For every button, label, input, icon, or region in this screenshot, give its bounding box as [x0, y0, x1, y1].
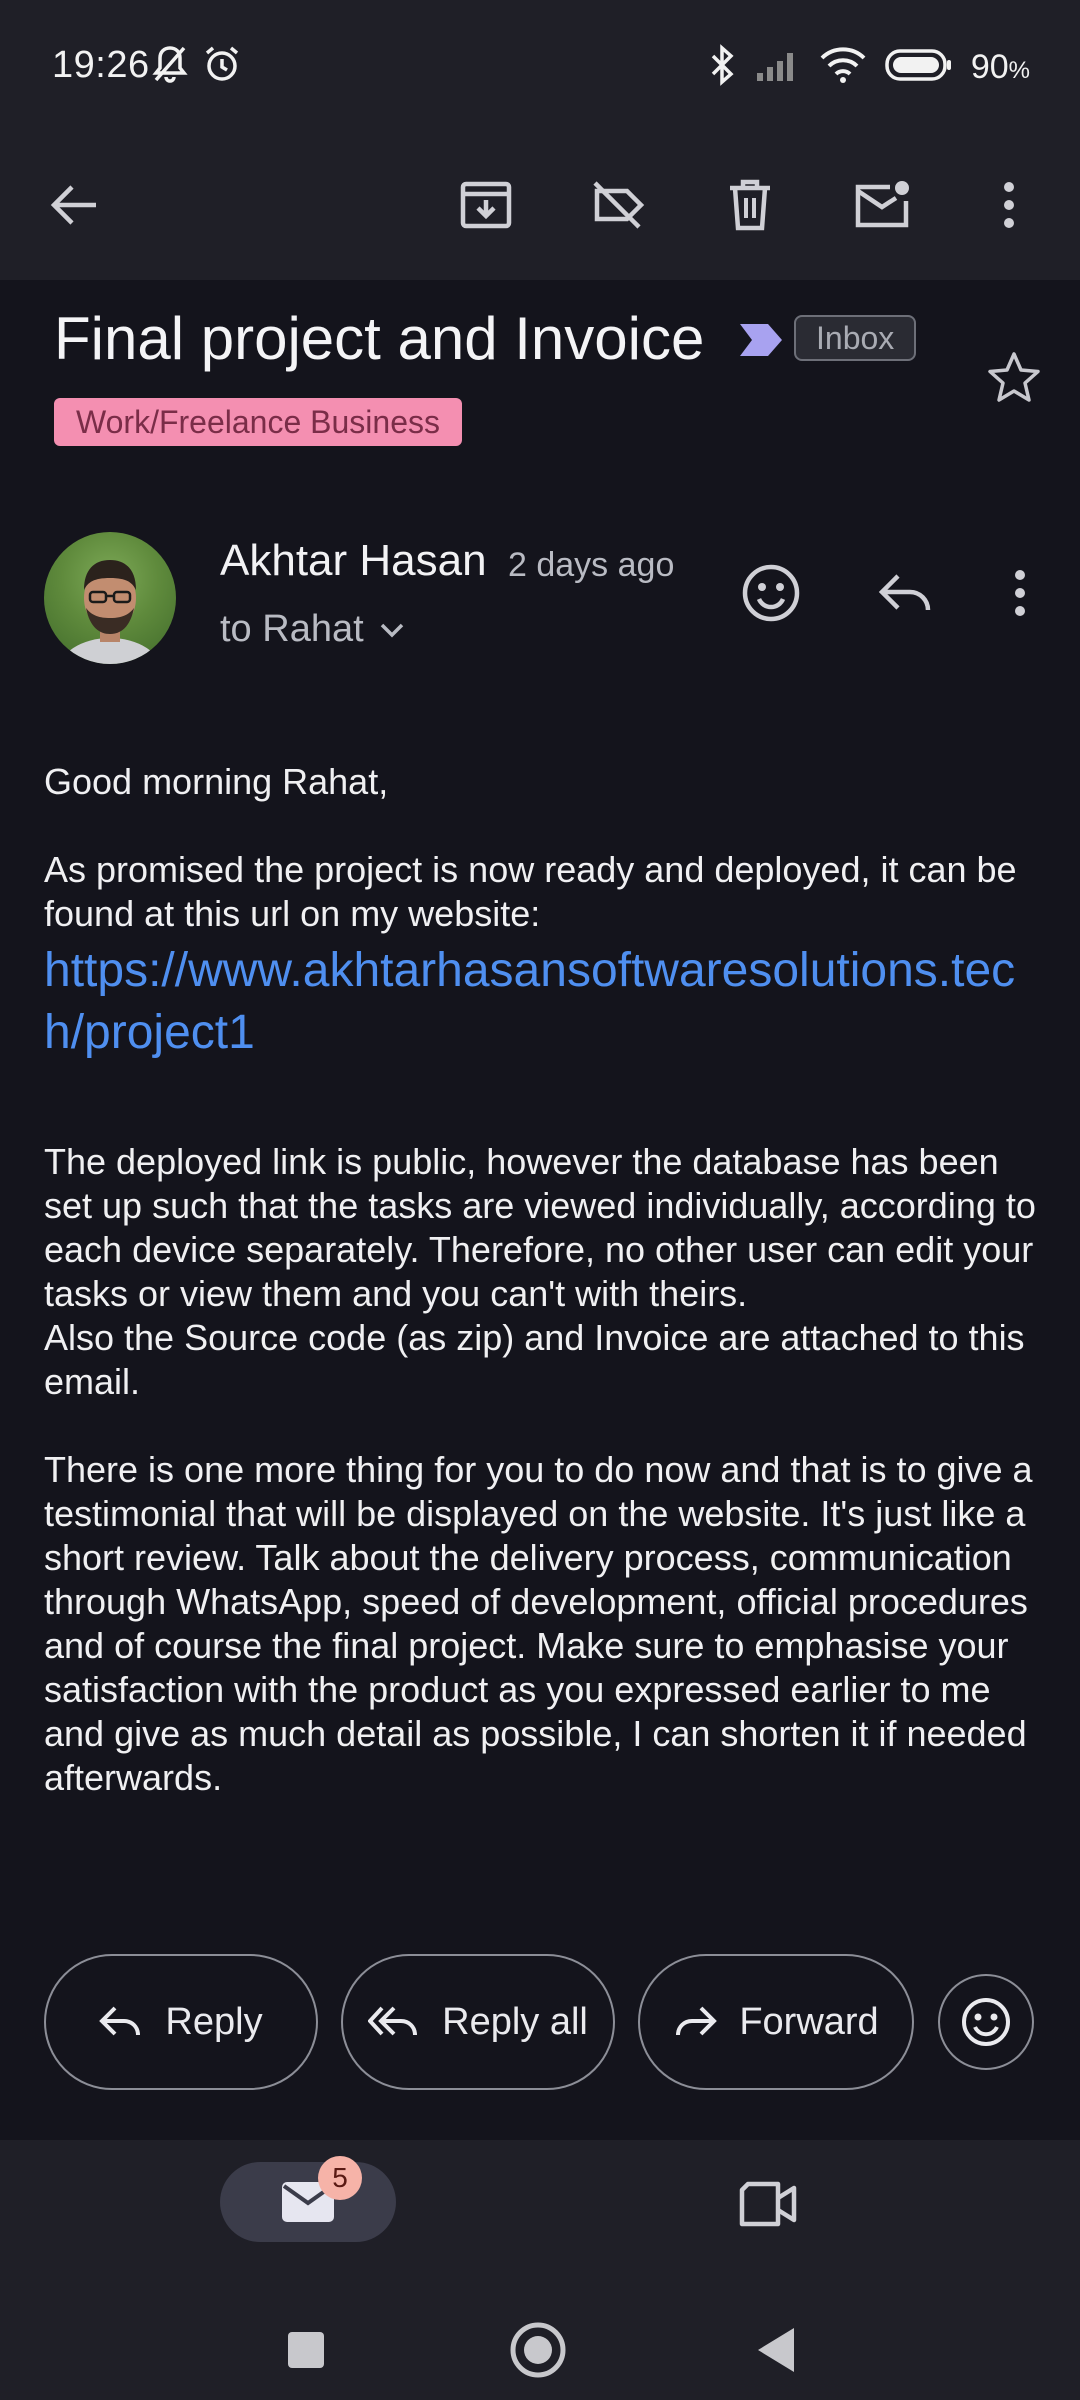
star-button[interactable] — [978, 342, 1050, 414]
star-icon — [988, 352, 1040, 402]
home-button[interactable] — [498, 2310, 578, 2390]
back-button[interactable] — [30, 160, 120, 250]
action-row: Reply Reply all Forward — [0, 1952, 1080, 2092]
reply-icon — [878, 574, 931, 611]
important-marker-icon[interactable] — [738, 320, 784, 365]
email-body: Good morning Rahat, As promised the proj… — [44, 760, 1044, 1800]
body-paragraph-2: The deployed link is public, however the… — [44, 1141, 1036, 1314]
battery-percentage: 90% — [971, 48, 1030, 87]
triangle-back-icon — [758, 2328, 794, 2372]
meet-tab[interactable] — [728, 2168, 808, 2240]
reply-icon-button[interactable] — [862, 550, 948, 636]
recipient-text: to Rahat — [220, 608, 364, 650]
status-bar: 19:26 90% — [0, 0, 1080, 130]
inbox-label-chip[interactable]: Inbox — [794, 315, 917, 361]
body-paragraph-1: As promised the project is now ready and… — [44, 849, 1017, 934]
bottom-navigation: 5 — [0, 2140, 1080, 2400]
back-arrow-icon — [50, 185, 96, 225]
email-subject: Final project and Invoice — [54, 305, 705, 372]
status-time: 19:26 — [52, 44, 150, 86]
toolbar — [0, 130, 1080, 280]
battery-value: 90 — [970, 48, 1009, 86]
reply-label: Reply — [165, 2000, 263, 2043]
chevron-down-icon — [380, 623, 403, 637]
work-freelance-label-chip[interactable]: Work/Freelance Business — [54, 398, 462, 446]
reply-all-icon — [368, 2006, 418, 2036]
remove-label-button[interactable] — [573, 160, 663, 250]
archive-icon — [460, 181, 512, 229]
wifi-icon — [819, 46, 867, 89]
notifications-off-icon — [152, 44, 188, 89]
reply-all-label: Reply all — [442, 2000, 588, 2043]
reply-button[interactable]: Reply — [44, 1954, 318, 2090]
home-circle-icon — [510, 2322, 566, 2378]
system-back-button[interactable] — [736, 2310, 816, 2390]
message-more-button[interactable] — [976, 550, 1064, 636]
sender-avatar[interactable] — [44, 532, 176, 664]
cellular-signal-icon — [755, 47, 801, 88]
status-right: 90% — [709, 44, 1030, 91]
mark-unread-button[interactable] — [837, 160, 927, 250]
react-emoji-button[interactable] — [938, 1974, 1034, 2070]
forward-label: Forward — [739, 2000, 879, 2043]
bluetooth-icon — [709, 44, 737, 91]
body-paragraph-4: There is one more thing for you to do no… — [44, 1449, 1033, 1798]
archive-button[interactable] — [441, 160, 531, 250]
status-left-icons — [152, 44, 242, 89]
emoji-icon — [742, 564, 800, 622]
forward-button[interactable]: Forward — [638, 1954, 914, 2090]
body-greeting: Good morning Rahat, — [44, 761, 389, 802]
emoji-icon — [962, 1998, 1010, 2046]
alarm-icon — [202, 44, 242, 89]
sender-name[interactable]: Akhtar Hasan — [220, 536, 487, 586]
unread-count-badge: 5 — [318, 2156, 362, 2200]
body-paragraph-3: Also the Source code (as zip) and Invoic… — [44, 1317, 1025, 1402]
delete-icon — [730, 179, 770, 231]
reply-all-button[interactable]: Reply all — [341, 1954, 615, 2090]
more-vert-icon — [1015, 570, 1025, 616]
label-off-icon — [593, 181, 645, 229]
subject-area: Final project and Invoice Inbox Work/Fre… — [0, 280, 1080, 520]
forward-icon — [676, 2006, 718, 2036]
more-options-button[interactable] — [964, 160, 1054, 250]
add-reaction-button[interactable] — [728, 550, 814, 636]
reply-icon — [99, 2006, 141, 2036]
project-url-link[interactable]: https://www.akhtarhasansoftwaresolutions… — [44, 940, 1044, 1064]
mark-unread-icon — [855, 181, 909, 228]
battery-unit: % — [1008, 57, 1030, 84]
mail-tab[interactable] — [220, 2162, 396, 2242]
video-camera-icon — [739, 2181, 797, 2227]
recents-button[interactable] — [266, 2310, 346, 2390]
square-icon — [288, 2332, 324, 2368]
sender-row: Akhtar Hasan 2 days ago to Rahat — [0, 520, 1080, 680]
sent-time: 2 days ago — [508, 546, 675, 584]
battery-icon — [885, 48, 953, 87]
more-vert-icon — [1004, 182, 1014, 228]
recipient-details-toggle[interactable]: to Rahat — [220, 608, 406, 651]
delete-button[interactable] — [705, 160, 795, 250]
